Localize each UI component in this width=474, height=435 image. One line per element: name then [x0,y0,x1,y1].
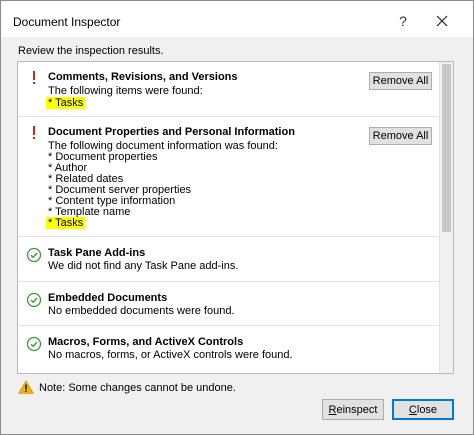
warning-icon [18,380,34,394]
exclamation-icon [33,71,35,84]
section-description: The following items were found: [48,85,203,97]
inspection-results-panel: Comments, Revisions, and Versions The fo… [17,61,454,374]
section-document-properties: Document Properties and Personal Informa… [18,117,440,237]
scrollbar-thumb[interactable] [442,64,451,232]
title-bar: Document Inspector ? [1,1,473,37]
dialog-title: Document Inspector [13,15,121,29]
reinspect-button[interactable]: Reinspect [322,399,384,420]
help-button[interactable]: ? [393,11,413,31]
checkmark-circle-icon [26,292,42,308]
remove-all-comments-button[interactable]: Remove All [369,72,432,90]
found-item-tasks: * Tasks [46,97,86,109]
results-scrollbar[interactable] [439,62,453,373]
close-window-button[interactable] [429,9,455,33]
close-icon [436,15,448,27]
remove-all-properties-button[interactable]: Remove All [369,127,432,145]
section-description: We did not find any Task Pane add-ins. [48,260,239,272]
checkmark-circle-icon [26,247,42,263]
section-title: Comments, Revisions, and Versions [48,71,238,83]
close-label: lose [416,403,438,416]
dialog-instructions: Review the inspection results. [18,45,164,57]
close-access-key: C [408,403,417,416]
section-comments-revisions: Comments, Revisions, and Versions The fo… [18,62,440,117]
section-embedded-documents: Embedded Documents No embedded documents… [18,282,440,326]
section-title: Task Pane Add-ins [48,247,146,259]
undo-warning-note: Note: Some changes cannot be undone. [39,382,236,394]
exclamation-icon [33,126,35,139]
section-description: No embedded documents were found. [48,305,235,317]
checkmark-circle-icon [26,336,42,352]
found-item-tasks: * Tasks [46,217,86,229]
close-button[interactable]: Close [392,399,454,420]
section-macros-forms-activex: Macros, Forms, and ActiveX Controls No m… [18,326,440,373]
section-title: Embedded Documents [48,292,168,304]
reinspect-label: einspect [336,403,378,416]
section-title: Document Properties and Personal Informa… [48,126,295,138]
section-task-pane-addins: Task Pane Add-ins We did not find any Ta… [18,237,440,282]
section-title: Macros, Forms, and ActiveX Controls [48,336,244,348]
document-inspector-dialog: Document Inspector ? Review the inspecti… [0,0,474,435]
section-description: No macros, forms, or ActiveX controls we… [48,349,293,361]
